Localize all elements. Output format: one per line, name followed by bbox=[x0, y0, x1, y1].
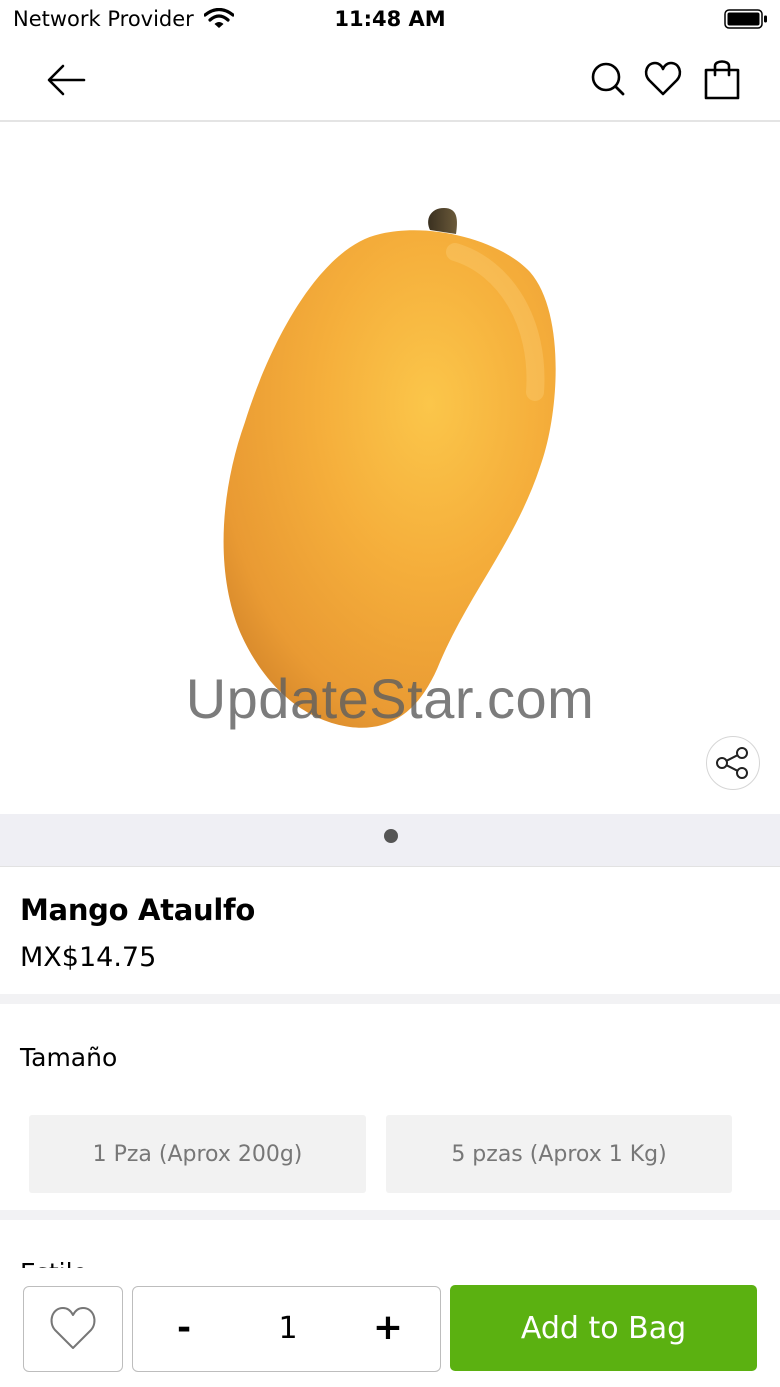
battery-icon bbox=[724, 9, 767, 29]
size-option-1pza[interactable]: 1 Pza (Aprox 200g) bbox=[29, 1115, 366, 1193]
watermark: UpdateStar.com bbox=[185, 667, 595, 730]
arrow-left-icon[interactable] bbox=[44, 60, 88, 100]
product-title: Mango Ataulfo bbox=[20, 893, 255, 927]
quantity-value: 1 bbox=[278, 1311, 298, 1346]
status-bar: Network Provider 11:48 AM bbox=[0, 0, 780, 40]
bottom-action-bar: - 1 + Add to Bag bbox=[0, 1268, 780, 1387]
image-pager bbox=[0, 814, 780, 867]
heart-icon[interactable] bbox=[643, 59, 683, 99]
heart-icon bbox=[50, 1307, 96, 1349]
page-indicator-dot[interactable] bbox=[384, 829, 398, 843]
product-image-carousel[interactable]: UpdateStar.com bbox=[0, 122, 780, 814]
style-label: Estilo bbox=[20, 1258, 88, 1268]
section-divider bbox=[0, 994, 780, 1004]
share-button[interactable] bbox=[706, 736, 760, 790]
section-divider bbox=[0, 1210, 780, 1220]
search-icon[interactable] bbox=[588, 59, 628, 99]
add-to-bag-button[interactable]: Add to Bag bbox=[450, 1285, 757, 1371]
clock: 11:48 AM bbox=[334, 7, 446, 31]
shopping-bag-icon[interactable] bbox=[702, 56, 742, 100]
decrease-quantity-button[interactable]: - bbox=[161, 1303, 207, 1355]
product-price: MX$14.75 bbox=[20, 942, 157, 973]
wishlist-button[interactable] bbox=[23, 1286, 123, 1372]
quantity-stepper: - 1 + bbox=[132, 1286, 441, 1372]
share-icon bbox=[716, 747, 748, 779]
top-nav bbox=[0, 42, 780, 122]
size-label: Tamaño bbox=[20, 1043, 118, 1072]
size-option-5pzas[interactable]: 5 pzas (Aprox 1 Kg) bbox=[386, 1115, 732, 1193]
increase-quantity-button[interactable]: + bbox=[365, 1303, 411, 1355]
